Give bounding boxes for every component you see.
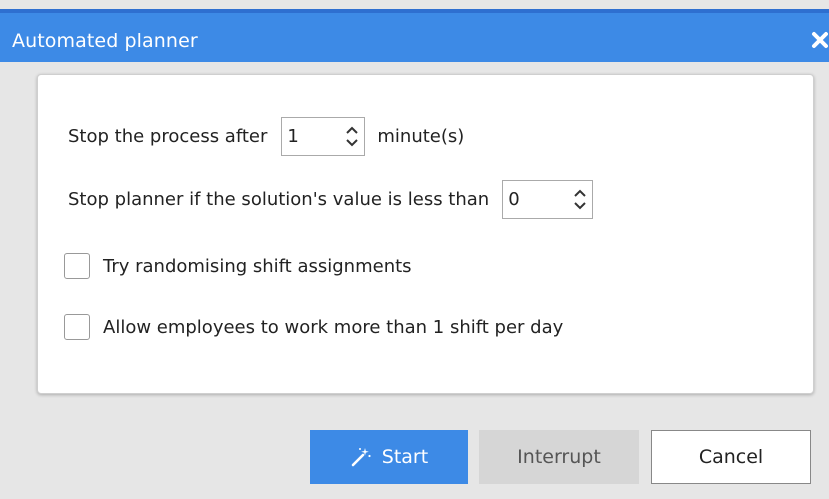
- start-button-label[interactable]: Start: [382, 446, 428, 468]
- start-button[interactable]: Start: [310, 430, 468, 484]
- options-panel: Stop the process after 1 minute(s) Stop …: [37, 74, 814, 394]
- minutes-value[interactable]: 1: [287, 126, 298, 147]
- stop-after-label: Stop the process after: [68, 125, 268, 147]
- close-icon[interactable]: [807, 13, 829, 66]
- cancel-button[interactable]: Cancel: [651, 430, 811, 484]
- multi-shift-row[interactable]: Allow employees to work more than 1 shif…: [64, 311, 563, 343]
- stop-if-less-row: Stop planner if the solution's value is …: [68, 179, 594, 219]
- cancel-button-label[interactable]: Cancel: [699, 446, 763, 468]
- stop-after-row: Stop the process after 1 minute(s): [68, 116, 464, 156]
- interrupt-button-label[interactable]: Interrupt: [517, 446, 601, 468]
- threshold-value[interactable]: 0: [508, 189, 519, 210]
- chevron-up-icon: [574, 189, 586, 197]
- minutes-unit-label: minute(s): [377, 125, 465, 147]
- interrupt-button[interactable]: Interrupt: [479, 430, 639, 484]
- dialog-title: Automated planner: [12, 30, 198, 52]
- chevron-up-icon: [346, 126, 359, 134]
- randomise-checkbox[interactable]: [64, 253, 90, 279]
- magic-wand-icon: [350, 446, 372, 468]
- threshold-spinner[interactable]: 0: [502, 179, 594, 219]
- automated-planner-dialog: Automated planner Stop the process after…: [0, 0, 829, 499]
- multi-shift-label[interactable]: Allow employees to work more than 1 shif…: [103, 317, 563, 338]
- randomise-label[interactable]: Try randomising shift assignments: [103, 256, 412, 277]
- chevron-down-icon: [346, 138, 359, 146]
- chevron-down-icon: [574, 201, 586, 209]
- title-bar: Automated planner: [0, 9, 829, 62]
- spinner-arrows[interactable]: [574, 189, 586, 210]
- stop-if-less-label: Stop planner if the solution's value is …: [68, 188, 490, 210]
- minutes-spinner[interactable]: 1: [281, 116, 366, 156]
- spinner-arrows[interactable]: [346, 126, 359, 147]
- multi-shift-checkbox[interactable]: [64, 314, 90, 340]
- randomise-row[interactable]: Try randomising shift assignments: [64, 250, 412, 282]
